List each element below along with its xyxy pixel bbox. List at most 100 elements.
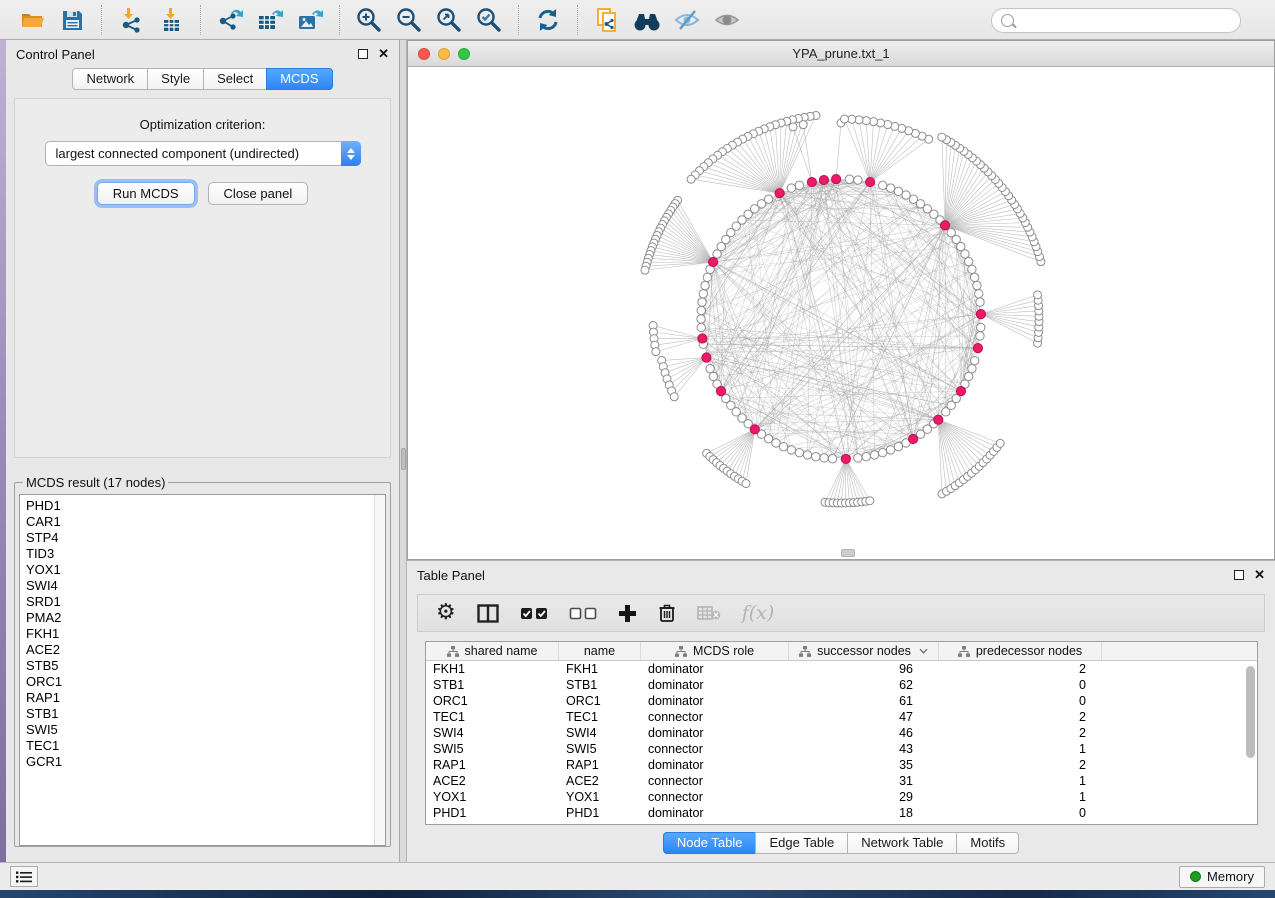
birdseye-view-button[interactable]	[627, 4, 667, 36]
leaf-node[interactable]	[1034, 291, 1042, 299]
cell-predecessor_nodes[interactable]: 1	[939, 741, 1102, 757]
show-columns-button[interactable]	[477, 604, 499, 623]
network-node[interactable]	[703, 273, 711, 281]
network-node[interactable]	[698, 298, 706, 306]
mcds-result-item[interactable]: STB1	[26, 706, 385, 722]
copy-network-button[interactable]	[587, 4, 627, 36]
mcds-node[interactable]	[956, 387, 965, 396]
column-header-predecessor-nodes[interactable]: predecessor nodes	[939, 642, 1102, 660]
network-node[interactable]	[697, 306, 705, 314]
network-window-titlebar[interactable]: YPA_prune.txt_1	[408, 41, 1274, 67]
leaf-node[interactable]	[877, 119, 885, 127]
table-row[interactable]: FKH1FKH1dominator962	[426, 661, 1257, 677]
mcds-node[interactable]	[819, 175, 828, 184]
cell-mcds_role[interactable]: dominator	[641, 725, 789, 741]
mcds-node[interactable]	[866, 177, 875, 186]
leaf-node[interactable]	[789, 123, 797, 131]
zoom-in-button[interactable]	[349, 4, 389, 36]
cell-name[interactable]: SWI5	[559, 741, 641, 757]
zoom-out-button[interactable]	[389, 4, 429, 36]
cell-shared_name[interactable]: FKH1	[426, 661, 559, 677]
leaf-node[interactable]	[866, 497, 874, 505]
hide-panels-button[interactable]	[667, 4, 707, 36]
cell-predecessor_nodes[interactable]: 2	[939, 757, 1102, 773]
network-node[interactable]	[828, 455, 836, 463]
cell-name[interactable]: STB1	[559, 677, 641, 693]
cell-successor_nodes[interactable]: 96	[789, 661, 939, 677]
mcds-node[interactable]	[973, 344, 982, 353]
column-header-MCDS-role[interactable]: MCDS role	[641, 642, 789, 660]
mcds-node[interactable]	[940, 221, 949, 230]
mcds-node[interactable]	[934, 415, 943, 424]
table-settings-button[interactable]: ⚙	[436, 602, 456, 624]
network-graph[interactable]	[408, 67, 1274, 559]
import-table-button[interactable]	[151, 4, 191, 36]
network-node[interactable]	[795, 448, 803, 456]
mcds-node[interactable]	[909, 434, 918, 443]
network-node[interactable]	[870, 451, 878, 459]
tab-network-table[interactable]: Network Table	[847, 832, 957, 854]
leaf-node[interactable]	[938, 133, 946, 141]
cell-name[interactable]: TEC1	[559, 709, 641, 725]
cell-predecessor_nodes[interactable]: 2	[939, 661, 1102, 677]
refresh-view-button[interactable]	[528, 4, 568, 36]
cell-shared_name[interactable]: SWI5	[426, 741, 559, 757]
tab-motifs[interactable]: Motifs	[956, 832, 1019, 854]
cell-shared_name[interactable]: RAP1	[426, 757, 559, 773]
cell-successor_nodes[interactable]: 35	[789, 757, 939, 773]
mcds-result-item[interactable]: PHD1	[26, 498, 385, 514]
table-row[interactable]: YOX1YOX1connector291	[426, 789, 1257, 805]
cell-shared_name[interactable]: PHD1	[426, 805, 559, 821]
network-node[interactable]	[709, 372, 717, 380]
close-panel-icon[interactable]: ✕	[1254, 570, 1265, 580]
cell-mcds_role[interactable]: dominator	[641, 693, 789, 709]
leaf-node[interactable]	[742, 480, 750, 488]
network-node[interactable]	[701, 281, 709, 289]
network-node[interactable]	[697, 323, 705, 331]
leaf-node[interactable]	[687, 175, 695, 183]
network-node[interactable]	[973, 281, 981, 289]
cell-successor_nodes[interactable]: 46	[789, 725, 939, 741]
network-node[interactable]	[795, 181, 803, 189]
cell-mcds_role[interactable]: dominator	[641, 757, 789, 773]
network-node[interactable]	[699, 290, 707, 298]
mcds-result-item[interactable]: TID3	[26, 546, 385, 562]
table-row[interactable]: PHD1PHD1dominator180	[426, 805, 1257, 821]
cell-successor_nodes[interactable]: 29	[789, 789, 939, 805]
cell-successor_nodes[interactable]: 61	[789, 693, 939, 709]
network-node[interactable]	[854, 176, 862, 184]
float-panel-icon[interactable]	[1234, 570, 1244, 580]
leaf-node[interactable]	[840, 115, 848, 123]
export-network-button[interactable]	[210, 4, 250, 36]
float-panel-icon[interactable]	[358, 49, 368, 59]
table-scrollbar-handle[interactable]	[1246, 666, 1255, 758]
panel-splitter[interactable]	[400, 40, 407, 862]
cell-name[interactable]: RAP1	[559, 757, 641, 773]
network-node[interactable]	[878, 448, 886, 456]
table-row[interactable]: RAP1RAP1dominator352	[426, 757, 1257, 773]
cell-shared_name[interactable]: ORC1	[426, 693, 559, 709]
cell-predecessor_nodes[interactable]: 1	[939, 789, 1102, 805]
network-node[interactable]	[968, 265, 976, 273]
cell-name[interactable]: YOX1	[559, 789, 641, 805]
leaf-node[interactable]	[869, 118, 877, 126]
network-node[interactable]	[886, 184, 894, 192]
network-node[interactable]	[845, 175, 853, 183]
mcds-result-item[interactable]: GCR1	[26, 754, 385, 770]
import-network-button[interactable]	[111, 4, 151, 36]
column-header-shared-name[interactable]: shared name	[426, 642, 559, 660]
leaf-node[interactable]	[641, 266, 649, 274]
cell-shared_name[interactable]: YOX1	[426, 789, 559, 805]
tab-node-table[interactable]: Node Table	[663, 832, 757, 854]
cell-successor_nodes[interactable]: 31	[789, 773, 939, 789]
select-all-button[interactable]	[520, 607, 548, 620]
network-node[interactable]	[803, 451, 811, 459]
cell-mcds_role[interactable]: connector	[641, 741, 789, 757]
cell-successor_nodes[interactable]: 47	[789, 709, 939, 725]
cell-successor_nodes[interactable]: 43	[789, 741, 939, 757]
cell-name[interactable]: ORC1	[559, 693, 641, 709]
splitter-handle-icon[interactable]	[401, 448, 406, 470]
leaf-node[interactable]	[996, 439, 1004, 447]
mcds-node[interactable]	[775, 189, 784, 198]
task-history-button[interactable]	[10, 866, 38, 887]
